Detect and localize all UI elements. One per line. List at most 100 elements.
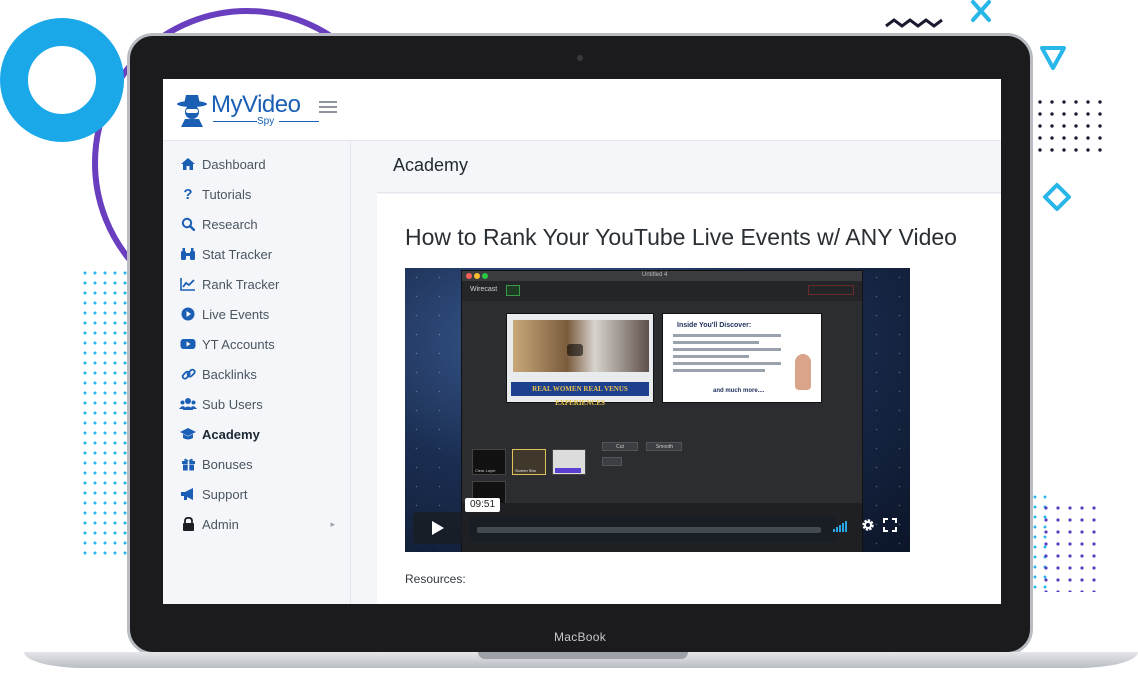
sidebar-item-support[interactable]: Support	[163, 479, 351, 509]
gear-icon[interactable]	[861, 518, 875, 532]
sidebar-item-label: Academy	[202, 426, 260, 442]
diamond-decoration	[1043, 183, 1071, 211]
layer-label: Clear Layer	[475, 468, 496, 473]
logo-subtext: Spy	[257, 116, 275, 127]
play-icon	[567, 344, 583, 356]
sidebar: Dashboard ? Tutorials Research Stat Trac…	[163, 141, 351, 604]
link-icon	[179, 366, 197, 382]
lock-icon	[179, 516, 197, 532]
play-button[interactable]	[413, 512, 463, 544]
camera-icon	[577, 55, 583, 61]
sidebar-item-tutorials[interactable]: ? Tutorials	[163, 179, 351, 209]
laptop-notch	[478, 652, 688, 659]
device-label: MacBook	[553, 630, 607, 644]
software-brand: Wirecast	[470, 286, 498, 293]
youtube-icon	[179, 336, 197, 352]
record-buttons	[808, 285, 854, 295]
video-timeline[interactable]	[469, 516, 837, 542]
preview-right: Inside You'll Discover: and much more...…	[662, 313, 822, 403]
sidebar-item-research[interactable]: Research	[163, 209, 351, 239]
sidebar-item-live-events[interactable]: Live Events	[163, 299, 351, 329]
binoculars-icon	[179, 246, 197, 262]
layer-thumbnail	[552, 449, 586, 475]
spy-logo-icon	[177, 95, 207, 127]
preview-banner: REAL WOMEN REAL VENUS EXPERIENCES	[511, 382, 649, 407]
question-icon: ?	[183, 185, 193, 203]
play-circle-icon	[179, 306, 197, 322]
lesson-card: How to Rank Your YouTube Live Events w/ …	[377, 194, 1001, 604]
graduation-cap-icon	[179, 426, 197, 442]
users-icon	[179, 396, 197, 412]
sidebar-item-label: Tutorials	[202, 186, 252, 202]
sidebar-item-rank-tracker[interactable]: Rank Tracker	[163, 269, 351, 299]
video-controls: 09:51	[413, 498, 901, 546]
slide-photo	[795, 354, 811, 390]
window-title: Untitled 4	[642, 272, 668, 278]
layer-label: Screen Sho	[515, 468, 536, 473]
go-button	[602, 457, 622, 466]
logo-underline	[279, 121, 319, 122]
sidebar-item-label: Backlinks	[202, 366, 257, 382]
dot-grid-decoration	[1040, 502, 1104, 592]
slide-bullets	[673, 334, 781, 376]
app-logo[interactable]: MyVideo Spy	[175, 91, 325, 131]
video-frame-software-window: Untitled 4 Wirecast REAL WOMEN REAL VENU…	[461, 270, 863, 552]
sidebar-item-backlinks[interactable]: Backlinks	[163, 359, 351, 389]
volume-icon[interactable]	[833, 520, 847, 532]
close-dot-icon	[466, 273, 472, 279]
sidebar-item-sub-users[interactable]: Sub Users	[163, 389, 351, 419]
logo-underline	[213, 121, 257, 122]
play-icon	[432, 521, 444, 535]
layer-thumbnail-selected: Screen Sho	[512, 449, 546, 475]
sidebar-item-admin[interactable]: Admin ▸	[163, 509, 351, 539]
sidebar-item-label: Research	[202, 216, 258, 232]
sidebar-item-label: Support	[202, 486, 248, 502]
sidebar-item-bonuses[interactable]: Bonuses	[163, 449, 351, 479]
triangle-decoration	[1040, 46, 1066, 70]
slide-heading: Inside You'll Discover:	[677, 322, 752, 329]
sidebar-item-academy[interactable]: Academy	[163, 419, 351, 449]
sidebar-item-label: Bonuses	[202, 456, 253, 472]
video-player[interactable]: Untitled 4 Wirecast REAL WOMEN REAL VENU…	[405, 268, 910, 552]
line-chart-icon	[179, 276, 197, 292]
sidebar-item-label: Dashboard	[202, 156, 266, 172]
gift-icon	[179, 456, 197, 472]
home-icon	[179, 156, 197, 172]
broadcast-icon	[506, 285, 520, 296]
logo-text: MyVideo	[211, 91, 301, 118]
megaphone-icon	[179, 486, 197, 502]
page-title: Academy	[393, 155, 469, 175]
layer-thumbnail: Clear Layer	[472, 449, 506, 475]
timeline-track[interactable]	[477, 527, 821, 533]
resources-label: Resources:	[405, 572, 466, 586]
sidebar-item-yt-accounts[interactable]: YT Accounts	[163, 329, 351, 359]
zigzag-decoration	[885, 18, 943, 28]
sidebar-item-label: Live Events	[202, 306, 270, 322]
blue-ring-decoration	[0, 18, 124, 142]
video-title: How to Rank Your YouTube Live Events w/ …	[405, 224, 957, 250]
video-timecode: 09:51	[465, 498, 501, 512]
transition-controls: Cut Smooth	[602, 435, 712, 466]
cross-decoration	[971, 0, 991, 22]
search-icon	[179, 216, 197, 232]
transition-cut: Cut	[602, 442, 638, 451]
top-bar: MyVideo Spy	[163, 79, 1001, 141]
sidebar-item-label: Rank Tracker	[202, 276, 280, 292]
stage: MacBook MyVideo Spy Dashboard ? Tutorial…	[0, 0, 1138, 675]
layer-color-bar	[555, 468, 581, 473]
fullscreen-icon[interactable]	[883, 518, 897, 532]
sidebar-item-dashboard[interactable]: Dashboard	[163, 149, 351, 179]
software-toolbar: Wirecast	[462, 281, 862, 301]
sidebar-item-label: Stat Tracker	[202, 246, 273, 262]
sidebar-item-label: YT Accounts	[202, 336, 275, 352]
content-header: Academy	[377, 141, 1001, 193]
preview-banner-line1: REAL WOMEN	[532, 385, 582, 393]
chevron-right-icon: ▸	[330, 519, 335, 529]
app-screen: MyVideo Spy Dashboard ? Tutorials Resear…	[163, 79, 1001, 604]
sidebar-item-stat-tracker[interactable]: Stat Tracker	[163, 239, 351, 269]
dot-grid-decoration	[80, 268, 130, 560]
sidebar-item-label: Sub Users	[202, 396, 263, 412]
preview-left: REAL WOMEN REAL VENUS EXPERIENCES	[506, 313, 654, 407]
menu-toggle-icon[interactable]	[319, 101, 337, 115]
sidebar-item-label: Admin	[202, 516, 239, 532]
